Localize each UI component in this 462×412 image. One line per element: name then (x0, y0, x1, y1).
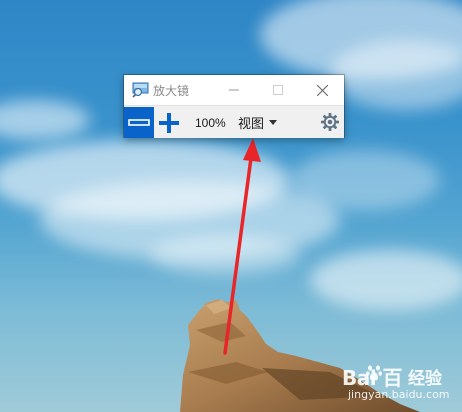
maximize-icon (273, 85, 283, 95)
zoom-in-button[interactable] (156, 107, 182, 138)
baidu-paw-icon (366, 365, 382, 381)
baidu-jingyan-watermark: Bai 百 经验 jingyan.baidu.com (342, 360, 458, 406)
title-bar[interactable]: 放大镜 (124, 75, 344, 105)
red-arrow (223, 138, 261, 355)
close-icon (316, 84, 328, 96)
caret-down-icon (269, 119, 278, 125)
window-title: 放大镜 (153, 84, 190, 98)
magnifier-toolbar: 100% 视图 (124, 105, 344, 138)
gear-icon[interactable] (320, 112, 340, 132)
maximize-button[interactable] (256, 75, 300, 105)
minimize-icon (229, 89, 239, 91)
view-label: 视图 (238, 115, 265, 131)
minus-icon (128, 118, 150, 126)
magnifier-window: 放大镜 100% 视图 (124, 75, 344, 138)
watermark-url: jingyan.baidu.com (348, 388, 450, 401)
desktop-background: 放大镜 100% 视图 Bai 百 经验 jingyan.baidu.com (0, 0, 462, 412)
plus-icon (159, 112, 179, 133)
close-button[interactable] (300, 75, 344, 105)
zoom-out-button[interactable] (124, 107, 154, 138)
magnifier-app-icon (132, 82, 149, 98)
watermark-jingyan: 经验 (408, 369, 442, 389)
zoom-level: 100% (195, 116, 226, 130)
minimize-button[interactable] (212, 75, 256, 105)
view-dropdown-button[interactable]: 视图 (238, 110, 278, 134)
